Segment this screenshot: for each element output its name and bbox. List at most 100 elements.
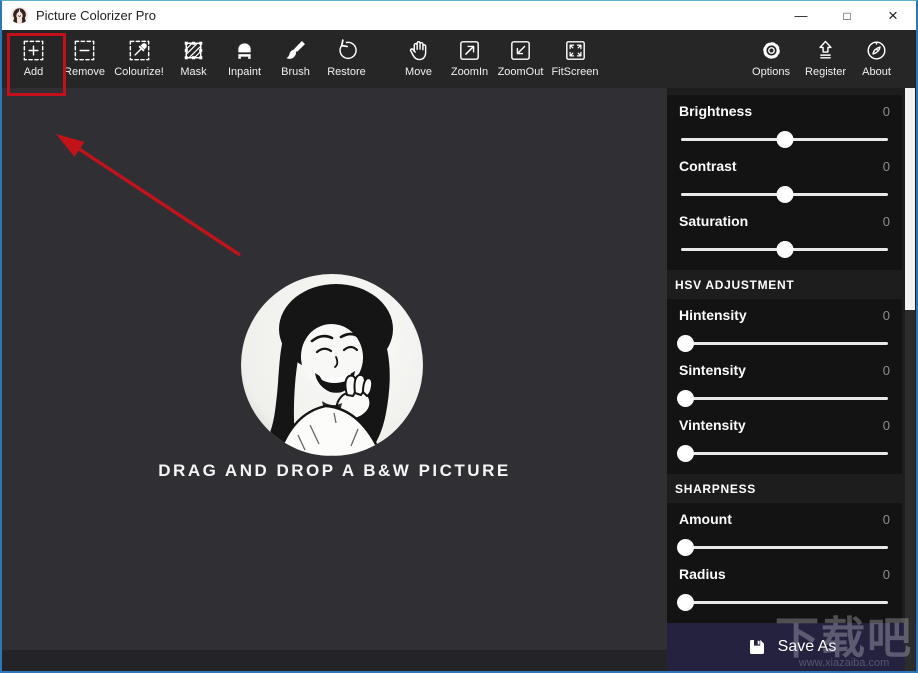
slider-thumb[interactable] bbox=[776, 186, 793, 203]
save-floppy-icon bbox=[747, 637, 767, 657]
toolbar-label: ZoomOut bbox=[498, 66, 544, 78]
toolbar-label: Add bbox=[24, 66, 44, 78]
toolbar-label: Options bbox=[752, 66, 790, 78]
slider-sintensity: Sintensity 0 bbox=[679, 362, 890, 417]
slider-amount: Amount 0 bbox=[679, 511, 890, 566]
slider-label: Contrast bbox=[679, 158, 737, 174]
slider-track[interactable] bbox=[679, 130, 890, 150]
drop-hint-text: DRAG AND DROP A B&W PICTURE bbox=[2, 461, 667, 481]
slider-saturation: Saturation 0 bbox=[679, 213, 890, 268]
toolbar-label: Inpaint bbox=[228, 66, 261, 78]
slider-thumb[interactable] bbox=[677, 445, 694, 462]
restore-icon bbox=[333, 37, 360, 64]
slider-contrast: Contrast 0 bbox=[679, 158, 890, 213]
slider-track[interactable] bbox=[679, 389, 890, 409]
remove-icon bbox=[71, 37, 98, 64]
toolbar-label: ZoomIn bbox=[451, 66, 488, 78]
toolbar-label: FitScreen bbox=[551, 66, 598, 78]
compass-icon bbox=[863, 37, 890, 64]
minimize-button[interactable]: — bbox=[778, 1, 824, 30]
toolbar-label: Colourize! bbox=[114, 66, 164, 78]
slider-thumb[interactable] bbox=[776, 241, 793, 258]
brush-icon bbox=[282, 37, 309, 64]
slider-thumb[interactable] bbox=[677, 335, 694, 352]
adjustment-panel: Brightness 0 Contrast 0 bbox=[667, 88, 916, 671]
slider-track[interactable] bbox=[679, 444, 890, 464]
maximize-button[interactable]: □ bbox=[824, 1, 870, 30]
scrollbar-thumb[interactable] bbox=[905, 88, 915, 310]
toolbar-button-options[interactable]: Options bbox=[742, 35, 800, 78]
slider-label: Vintensity bbox=[679, 417, 746, 433]
slider-label: Brightness bbox=[679, 103, 752, 119]
slider-hintensity: Hintensity 0 bbox=[679, 307, 890, 362]
slider-value: 0 bbox=[883, 104, 890, 119]
toolbar-button-move[interactable]: Move bbox=[393, 35, 444, 78]
zoom-out-icon bbox=[507, 37, 534, 64]
close-button[interactable]: × bbox=[870, 1, 916, 30]
slider-track[interactable] bbox=[679, 334, 890, 354]
slider-track[interactable] bbox=[679, 538, 890, 558]
inpaint-icon bbox=[231, 37, 258, 64]
toolbar-button-inpaint[interactable]: Inpaint bbox=[219, 35, 270, 78]
toolbar-label: Remove bbox=[64, 66, 105, 78]
add-icon bbox=[20, 37, 47, 64]
slider-track[interactable] bbox=[679, 240, 890, 260]
slider-thumb[interactable] bbox=[776, 131, 793, 148]
toolbar-button-fitscreen[interactable]: FitScreen bbox=[546, 35, 604, 78]
gear-icon bbox=[758, 37, 785, 64]
slider-thumb[interactable] bbox=[677, 390, 694, 407]
register-arrow-icon bbox=[812, 37, 839, 64]
toolbar-button-restore[interactable]: Restore bbox=[321, 35, 372, 78]
slider-label: Radius bbox=[679, 566, 726, 582]
tutorial-arrow bbox=[2, 88, 302, 288]
section-header-hsv: HSV ADJUSTMENT bbox=[667, 270, 902, 299]
toolbar-button-zoomout[interactable]: ZoomOut bbox=[495, 35, 546, 78]
toolbar-label: Restore bbox=[327, 66, 366, 78]
toolbar-label: About bbox=[862, 66, 891, 78]
basic-adjustment-group: Brightness 0 Contrast 0 bbox=[667, 95, 902, 270]
slider-value: 0 bbox=[883, 363, 890, 378]
toolbar-button-zoomin[interactable]: ZoomIn bbox=[444, 35, 495, 78]
sample-bw-picture bbox=[240, 273, 424, 457]
app-logo-icon bbox=[11, 7, 28, 24]
slider-brightness: Brightness 0 bbox=[679, 103, 890, 158]
canvas-bottom-strip bbox=[2, 650, 667, 671]
image-canvas[interactable]: DRAG AND DROP A B&W PICTURE bbox=[2, 88, 667, 671]
toolbar-button-brush[interactable]: Brush bbox=[270, 35, 321, 78]
mask-icon bbox=[180, 37, 207, 64]
slider-value: 0 bbox=[883, 214, 890, 229]
slider-label: Saturation bbox=[679, 213, 748, 229]
toolbar-button-colourize[interactable]: Colourize! bbox=[110, 35, 168, 78]
slider-label: Hintensity bbox=[679, 307, 747, 323]
colourize-icon bbox=[126, 37, 153, 64]
toolbar-label: Brush bbox=[281, 66, 310, 78]
toolbar-button-about[interactable]: About bbox=[851, 35, 902, 78]
slider-value: 0 bbox=[883, 308, 890, 323]
title-bar: Picture Colorizer Pro — □ × bbox=[2, 1, 916, 30]
toolbar-label: Move bbox=[405, 66, 432, 78]
fit-screen-icon bbox=[562, 37, 589, 64]
panel-scrollbar[interactable] bbox=[905, 88, 915, 671]
slider-track[interactable] bbox=[679, 185, 890, 205]
window-title: Picture Colorizer Pro bbox=[36, 8, 156, 23]
toolbar-label: Mask bbox=[180, 66, 206, 78]
slider-label: Sintensity bbox=[679, 362, 746, 378]
slider-radius: Radius 0 bbox=[679, 566, 890, 621]
hsv-adjustment-group: Hintensity 0 Sintensity 0 bbox=[667, 299, 902, 474]
slider-label: Amount bbox=[679, 511, 732, 527]
slider-value: 0 bbox=[883, 512, 890, 527]
slider-value: 0 bbox=[883, 418, 890, 433]
zoom-in-icon bbox=[456, 37, 483, 64]
slider-thumb[interactable] bbox=[677, 539, 694, 556]
toolbar-button-remove[interactable]: Remove bbox=[59, 35, 110, 78]
toolbar-button-register[interactable]: Register bbox=[800, 35, 851, 78]
window-controls: — □ × bbox=[778, 1, 916, 30]
toolbar: Add Remove Colourize! bbox=[2, 30, 916, 88]
toolbar-button-mask[interactable]: Mask bbox=[168, 35, 219, 78]
app-window: Picture Colorizer Pro — □ × Add Remove bbox=[0, 0, 918, 673]
toolbar-button-add[interactable]: Add bbox=[8, 35, 59, 78]
slider-track[interactable] bbox=[679, 593, 890, 613]
section-header-sharpness: SHARPNESS bbox=[667, 474, 902, 503]
slider-thumb[interactable] bbox=[677, 594, 694, 611]
save-as-button[interactable]: Save As bbox=[667, 623, 916, 671]
